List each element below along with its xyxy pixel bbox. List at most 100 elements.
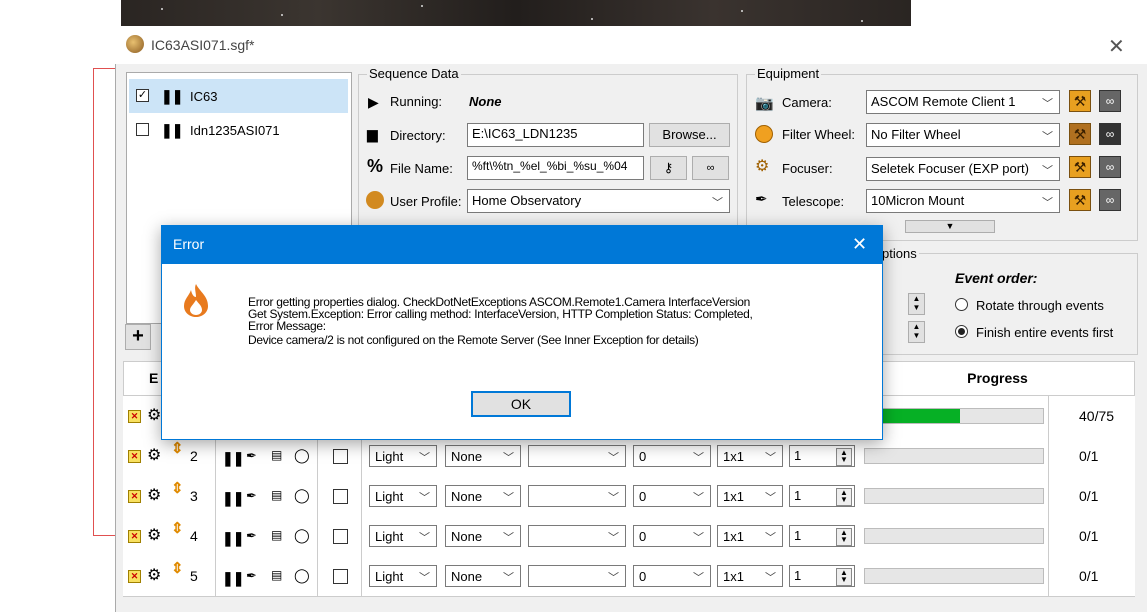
camera-wrench-icon[interactable]: ⚒ [1069, 90, 1091, 112]
ok-button[interactable]: OK [471, 391, 571, 417]
focuser-select[interactable]: Seletek Focuser (EXP port) ﹀ [866, 157, 1060, 181]
frame-type-select[interactable]: Light ﹀ [369, 525, 437, 547]
binning-select[interactable]: 1x1 ﹀ [717, 525, 783, 547]
spinner-arrows-icon[interactable]: ▲ ▼ [836, 488, 852, 506]
comment-icon[interactable]: ◯ [294, 487, 310, 504]
remove-event-icon[interactable]: ✕ [128, 410, 141, 423]
suffix-select[interactable]: ﹀ [528, 485, 626, 507]
filter-select[interactable]: None ﹀ [445, 565, 521, 587]
filename-input[interactable]: %ft\%tn_%el_%bi_%su_%04 [467, 156, 644, 180]
option-spinner-2[interactable]: ▲ ▼ [908, 321, 925, 343]
telescope-icon[interactable]: ✒ [246, 528, 257, 544]
reorder-arrows-icon[interactable]: ⇕ [171, 441, 184, 456]
filter-connect-icon[interactable]: ∞ [1099, 123, 1121, 145]
suffix-select[interactable]: ﹀ [528, 525, 626, 547]
frame-type-select[interactable]: Light ﹀ [369, 485, 437, 507]
rotate-radio[interactable] [955, 298, 968, 311]
gear-icon[interactable]: ⚙ [147, 448, 161, 464]
event-checkbox[interactable] [333, 449, 348, 464]
count-select[interactable]: 0 ﹀ [633, 445, 711, 467]
table-row[interactable]: ✕ ⚙ ⇕ 2 ❚❚ ✒ ▤ ◯ Light ﹀ None ﹀ ﹀ 0 ﹀ 1x1 ﹀ 1 ▲ ▼ 0/1 [123, 436, 1135, 477]
gear-icon[interactable]: ⚙ [147, 568, 161, 584]
binning-select[interactable]: 1x1 ﹀ [717, 485, 783, 507]
spinner-arrows-icon[interactable]: ▲ ▼ [836, 448, 852, 466]
window-close-button[interactable]: ✕ [1108, 34, 1125, 59]
finish-label[interactable]: Finish entire events first [976, 325, 1113, 340]
exposure-spinner[interactable]: 1 ▲ ▼ [789, 565, 855, 587]
count-select[interactable]: 0 ﹀ [633, 525, 711, 547]
filter-select[interactable]: None ﹀ [445, 525, 521, 547]
remove-event-icon[interactable]: ✕ [128, 450, 141, 463]
event-checkbox[interactable] [333, 529, 348, 544]
script-icon[interactable]: ▤ [271, 528, 282, 542]
remove-event-icon[interactable]: ✕ [128, 570, 141, 583]
filter-select[interactable]: None ﹀ [445, 485, 521, 507]
target-name[interactable]: IC63 [190, 89, 217, 104]
suffix-select[interactable]: ﹀ [528, 445, 626, 467]
percent-icon: % [367, 156, 384, 176]
target-checkbox-ldn1235[interactable] [136, 123, 149, 136]
comment-icon[interactable]: ◯ [294, 567, 310, 584]
spinner-arrows-icon[interactable]: ▲ ▼ [836, 568, 852, 586]
focuser-wrench-icon[interactable]: ⚒ [1069, 156, 1091, 178]
reorder-arrows-icon[interactable]: ⇕ [171, 561, 184, 576]
directory-input[interactable]: E:\IC63_LDN1235 [467, 123, 644, 147]
comment-icon[interactable]: ◯ [294, 447, 310, 464]
frame-type-select[interactable]: Light ﹀ [369, 445, 437, 467]
error-dialog-close-button[interactable]: ✕ [852, 234, 867, 255]
focuser-connect-icon[interactable]: ∞ [1099, 156, 1121, 178]
telescope-icon[interactable]: ✒ [246, 568, 257, 584]
gear-icon[interactable]: ⚙ [147, 408, 161, 424]
table-row[interactable]: ✕ ⚙ ⇕ 5 ❚❚ ✒ ▤ ◯ Light ﹀ None ﹀ ﹀ 0 ﹀ 1x1 ﹀ 1 ▲ ▼ 0/1 [123, 556, 1135, 597]
profile-select[interactable]: Home Observatory ﹀ [467, 189, 730, 213]
browse-button[interactable]: Browse... [649, 123, 730, 147]
count-select[interactable]: 0 ﹀ [633, 485, 711, 507]
pause-icon[interactable]: ❚❚ [222, 530, 244, 547]
exposure-spinner[interactable]: 1 ▲ ▼ [789, 445, 855, 467]
telescope-select[interactable]: 10Micron Mount ﹀ [866, 189, 1060, 213]
telescope-icon[interactable]: ✒ [246, 448, 257, 464]
telescope-wrench-icon[interactable]: ⚒ [1069, 189, 1091, 211]
glasses-button[interactable]: ∞ [692, 156, 729, 180]
finish-radio[interactable] [955, 325, 968, 338]
event-checkbox[interactable] [333, 569, 348, 584]
comment-icon[interactable]: ◯ [294, 527, 310, 544]
table-row[interactable]: ✕ ⚙ ⇕ 3 ❚❚ ✒ ▤ ◯ Light ﹀ None ﹀ ﹀ 0 ﹀ 1x1 ﹀ 1 ▲ ▼ 0/1 [123, 476, 1135, 517]
script-icon[interactable]: ▤ [271, 488, 282, 502]
telescope-connect-icon[interactable]: ∞ [1099, 189, 1121, 211]
table-row[interactable]: ✕ ⚙ ⇕ 4 ❚❚ ✒ ▤ ◯ Light ﹀ None ﹀ ﹀ 0 ﹀ 1x1 ﹀ 1 ▲ ▼ 0/1 [123, 516, 1135, 557]
target-name[interactable]: Idn1235ASI071 [190, 123, 280, 138]
script-icon[interactable]: ▤ [271, 568, 282, 582]
target-checkbox-ic63[interactable]: ✓ [136, 89, 149, 102]
suffix-select[interactable]: ﹀ [528, 565, 626, 587]
telescope-icon[interactable]: ✒ [246, 488, 257, 504]
count-select[interactable]: 0 ﹀ [633, 565, 711, 587]
camera-connect-icon[interactable]: ∞ [1099, 90, 1121, 112]
spinner-arrows-icon[interactable]: ▲ ▼ [836, 528, 852, 546]
filter-select[interactable]: None ﹀ [445, 445, 521, 467]
pause-icon[interactable]: ❚❚ [222, 570, 244, 587]
exposure-spinner[interactable]: 1 ▲ ▼ [789, 485, 855, 507]
script-icon[interactable]: ▤ [271, 448, 282, 462]
filter-select[interactable]: No Filter Wheel ﹀ [866, 123, 1060, 147]
option-spinner-1[interactable]: ▲ ▼ [908, 293, 925, 315]
remove-event-icon[interactable]: ✕ [128, 530, 141, 543]
exposure-spinner[interactable]: 1 ▲ ▼ [789, 525, 855, 547]
event-checkbox[interactable] [333, 489, 348, 504]
pause-icon[interactable]: ❚❚ [222, 490, 244, 507]
remove-event-icon[interactable]: ✕ [128, 490, 141, 503]
key-button[interactable]: ⚷ [650, 156, 687, 180]
filter-wrench-icon[interactable]: ⚒ [1069, 123, 1091, 145]
binning-select[interactable]: 1x1 ﹀ [717, 565, 783, 587]
frame-type-select[interactable]: Light ﹀ [369, 565, 437, 587]
rotate-label[interactable]: Rotate through events [976, 298, 1104, 313]
camera-select[interactable]: ASCOM Remote Client 1 ﹀ [866, 90, 1060, 114]
reorder-arrows-icon[interactable]: ⇕ [171, 521, 184, 536]
pause-icon[interactable]: ❚❚ [222, 450, 244, 467]
gear-icon[interactable]: ⚙ [147, 488, 161, 504]
reorder-arrows-icon[interactable]: ⇕ [171, 481, 184, 496]
gear-icon[interactable]: ⚙ [147, 528, 161, 544]
expand-equipment-button[interactable]: ▼ [905, 220, 995, 233]
add-target-button[interactable]: + [125, 324, 151, 350]
binning-select[interactable]: 1x1 ﹀ [717, 445, 783, 467]
